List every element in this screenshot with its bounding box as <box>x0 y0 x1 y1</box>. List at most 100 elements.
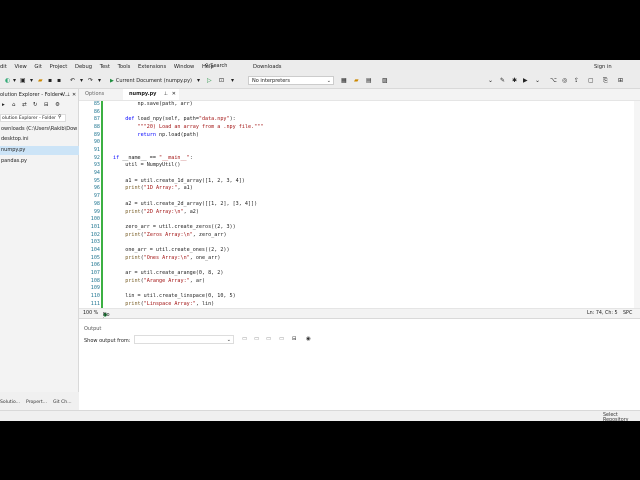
code-line: util = NumpyUtil() <box>113 162 181 169</box>
save-icon[interactable]: ▪ <box>48 77 52 84</box>
line-number: 104 <box>90 246 100 253</box>
arrow-icon[interactable]: ▸ <box>2 102 5 108</box>
menu-git[interactable]: Git <box>34 64 42 70</box>
line-number: 106 <box>90 262 100 269</box>
share-icon[interactable]: ⇪ <box>574 77 579 84</box>
menu-dropdown-icon[interactable]: ▾ <box>60 92 63 98</box>
line-number: 89 <box>93 131 100 138</box>
back-icon[interactable]: ◐ <box>5 77 10 84</box>
menu-edit[interactable]: dit <box>0 64 7 70</box>
tab-properties[interactable]: Propert... <box>26 400 47 405</box>
more-icon[interactable]: ▾ <box>231 77 234 84</box>
line-number: 109 <box>90 285 100 292</box>
refresh-icon[interactable]: ↻ <box>33 102 38 108</box>
zoom-level[interactable]: 100 % <box>83 311 98 316</box>
redo-dropdown-icon[interactable]: ▾ <box>98 77 101 84</box>
word-wrap-icon[interactable]: ⊟ <box>292 336 297 342</box>
run-label: Current Document (numpy.py) <box>115 78 192 84</box>
cursor-position[interactable]: Ln: 74, Ch: 5 <box>587 311 618 316</box>
new-file-icon[interactable]: ▣ <box>20 77 26 84</box>
explorer-header: olution Explorer - Folder V... ▾ ⊥ ✕ <box>0 92 78 100</box>
change-gutter <box>101 101 103 308</box>
line-number: 92 <box>93 154 100 161</box>
tree-item-numpy[interactable]: numpy.py <box>0 146 79 155</box>
save-all-icon[interactable]: ▪ <box>57 77 61 84</box>
feedback-icon[interactable]: ▢ <box>588 77 594 84</box>
menu-tools[interactable]: Tools <box>118 64 131 70</box>
menu-extensions[interactable]: Extensions <box>138 64 166 70</box>
code-line: if __name__ == "__main__": <box>113 154 193 161</box>
attach-icon[interactable]: ⊡ <box>219 77 224 84</box>
redo-icon[interactable]: ↷ <box>88 77 93 84</box>
line-number: 85 <box>93 101 100 107</box>
next-icon[interactable]: ▭ <box>266 336 271 342</box>
options-icon[interactable]: ⌄ <box>535 77 540 84</box>
chevron-down-icon: ⌄ <box>226 337 231 343</box>
settings-icon[interactable]: ⚙ <box>55 102 60 108</box>
collapse-icon[interactable]: ⊟ <box>44 102 49 108</box>
grid-icon[interactable]: ▤ <box>366 77 372 84</box>
pin-icon[interactable]: ⊥ <box>66 92 70 98</box>
tab-options[interactable]: Options <box>79 89 123 100</box>
editor-area: Options numpy.py ⊥ ✕ 85 np.save(path, ar… <box>79 89 640 328</box>
code-editor[interactable]: 85 np.save(path, arr) 86 87 def load_npy(s… <box>79 101 640 308</box>
undo-icon[interactable]: ↶ <box>70 77 75 84</box>
pin-icon[interactable]: ⊥ <box>164 89 168 100</box>
search-icon[interactable]: ⚲ <box>58 114 62 120</box>
run-dropdown-icon[interactable]: ▾ <box>197 77 200 84</box>
whitespace-indicator[interactable]: SPC <box>623 311 632 316</box>
debug-icon[interactable]: ✱ <box>512 77 517 84</box>
undo-dropdown-icon[interactable]: ▾ <box>80 77 83 84</box>
search-box[interactable]: ⚲ Search <box>205 63 243 71</box>
run-button[interactable]: ▶ Current Document (numpy.py) <box>110 78 192 84</box>
menu-window[interactable]: Window <box>174 64 194 70</box>
line-number: 102 <box>90 231 100 238</box>
line-number: 107 <box>90 269 100 276</box>
home-icon[interactable]: ⌂ <box>12 102 16 108</box>
tree-item-desktop-ini[interactable]: desktop.ini <box>0 135 79 144</box>
forward-icon[interactable]: ▾ <box>13 77 16 84</box>
code-line: a1 = util.create_1d_array([1, 2, 3, 4]) <box>113 177 245 184</box>
editor-tabs: Options numpy.py ⊥ ✕ <box>79 89 640 101</box>
start-without-debug-icon[interactable]: ▷ <box>207 77 212 84</box>
tab-solution[interactable]: Solutio... <box>0 400 20 405</box>
env-icon[interactable]: ▦ <box>341 77 347 84</box>
scrollbar[interactable] <box>634 101 640 308</box>
sign-in-link[interactable]: Sign in <box>594 64 612 70</box>
menu-test[interactable]: Test <box>100 64 110 70</box>
tab-numpy[interactable]: numpy.py ⊥ ✕ <box>123 89 179 100</box>
interpreter-select[interactable]: No interpreters ⌄ <box>248 76 334 85</box>
tab-git-changes[interactable]: Git Ch... <box>53 400 72 405</box>
select-repository[interactable]: Select Repository <box>603 413 640 421</box>
copilot-icon[interactable]: ◎ <box>562 77 567 84</box>
line-number: 90 <box>93 139 100 146</box>
close-icon[interactable]: ✕ <box>72 92 76 98</box>
tree-item-folder[interactable]: ownloads (C:\Users\Rakib\Dow <box>0 125 79 134</box>
folder-open-icon[interactable]: ▰ <box>354 77 359 84</box>
line-number: 94 <box>93 170 100 177</box>
clear-icon[interactable]: ▭ <box>279 336 284 342</box>
code-line: print("Arange Array:", ar) <box>125 277 206 284</box>
close-icon[interactable]: ✕ <box>172 89 176 100</box>
dropdown-icon[interactable]: ⌄ <box>488 77 493 84</box>
switch-view-icon[interactable]: ⇄ <box>22 102 27 108</box>
explorer-search-input[interactable]: olution Explorer - Folder <box>0 114 66 122</box>
code-line: print("2D Array:\n", a2) <box>125 208 199 215</box>
menu-debug[interactable]: Debug <box>75 64 92 70</box>
preview-icon[interactable]: ⊞ <box>618 77 623 84</box>
live-share-icon[interactable]: ⌥ <box>550 77 557 84</box>
start-icon[interactable]: ▶ <box>523 77 528 84</box>
prev-icon[interactable]: ▭ <box>254 336 259 342</box>
tree-item-pandas[interactable]: pandas.py <box>0 157 79 166</box>
toolbar: ◐ ▾ ▣ ▾ ▰ ▪ ▪ ↶ ▾ ↷ ▾ ▶ Current Document … <box>0 74 640 89</box>
settings-icon[interactable]: ◉ <box>306 336 311 342</box>
comment-icon[interactable]: ▨ <box>382 77 388 84</box>
folder-icon[interactable]: ▰ <box>38 77 43 84</box>
output-source-select[interactable]: ⌄ <box>134 335 234 344</box>
menu-project[interactable]: Project <box>50 64 68 70</box>
find-icon[interactable]: ▭ <box>242 336 247 342</box>
bookmark-icon[interactable]: ⎘ <box>603 77 608 85</box>
tools-icon[interactable]: ✎ <box>500 77 505 84</box>
open-icon[interactable]: ▾ <box>30 77 33 84</box>
menu-view[interactable]: View <box>14 64 26 70</box>
